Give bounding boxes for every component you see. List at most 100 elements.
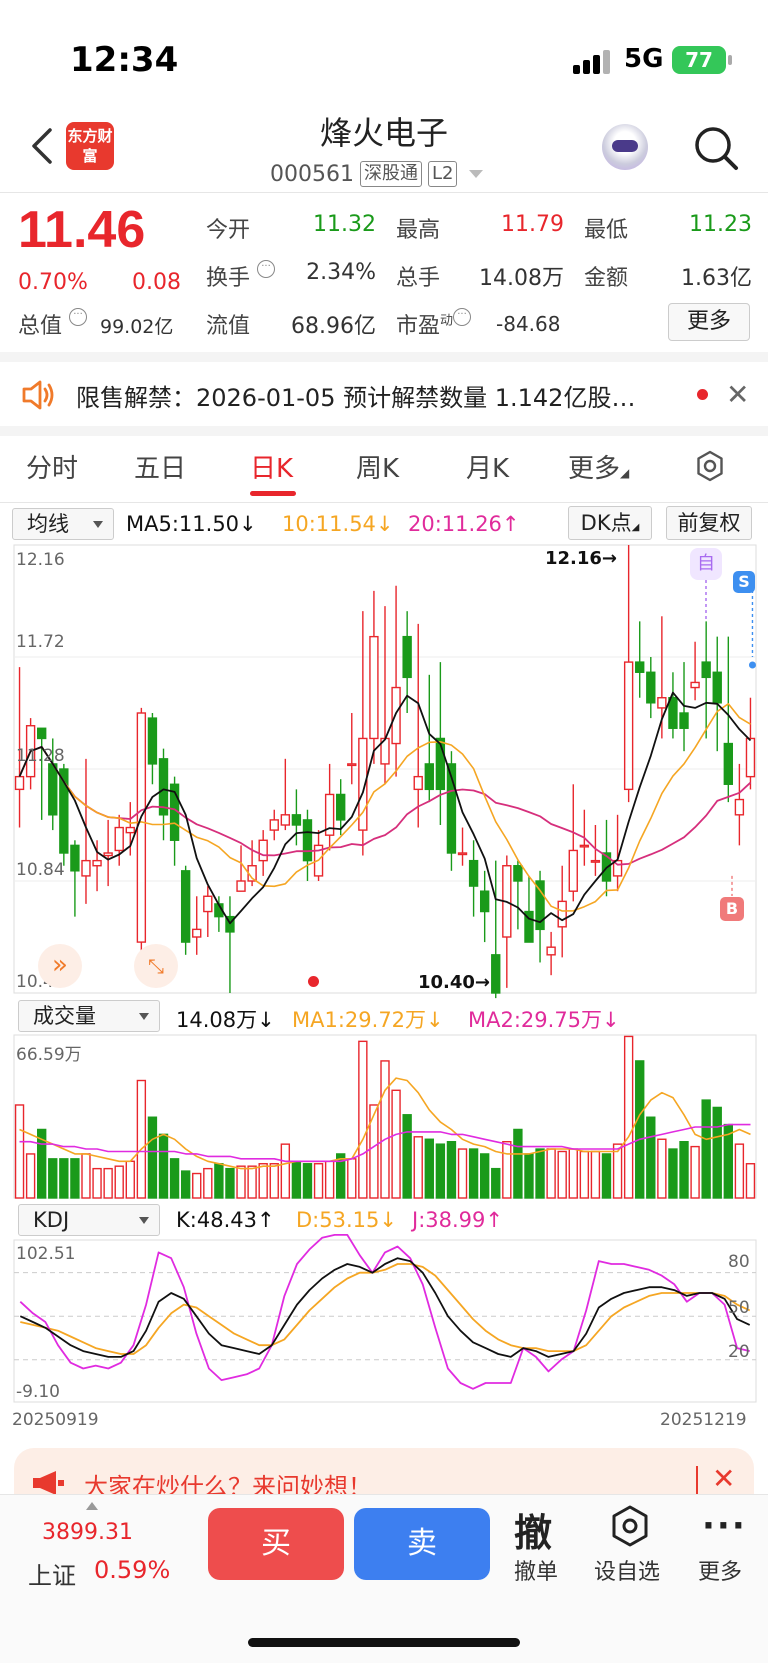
index-value[interactable]: 3899.31 xyxy=(42,1520,133,1545)
volume-bar xyxy=(369,1104,379,1199)
volume-bar xyxy=(136,1079,147,1199)
candle-body xyxy=(347,763,357,767)
volume-bar xyxy=(513,1128,523,1199)
volume-bar xyxy=(313,1163,324,1199)
volume-bar xyxy=(590,1150,601,1199)
candle-body xyxy=(723,742,734,785)
watchlist-icon[interactable] xyxy=(608,1504,652,1552)
candle-body xyxy=(114,826,124,852)
candle-body xyxy=(623,661,634,791)
volume-bar xyxy=(601,1153,612,1199)
volume-bar xyxy=(280,1143,291,1199)
buy-button[interactable]: 买 xyxy=(208,1508,344,1580)
volume-bar xyxy=(623,1035,634,1199)
volume-bar xyxy=(712,1106,722,1199)
volume-bar xyxy=(180,1170,191,1199)
candle-body xyxy=(147,717,158,765)
candle-body xyxy=(734,798,745,816)
volume-bar xyxy=(302,1163,313,1199)
candle-body xyxy=(590,859,601,863)
candle-body xyxy=(391,686,401,745)
sell-signal-marker[interactable]: S xyxy=(733,571,755,593)
volume-bar xyxy=(491,1167,501,1199)
volume-bar xyxy=(225,1167,235,1199)
candle-body xyxy=(369,635,379,740)
expand-right-icon[interactable]: » xyxy=(38,944,82,988)
volume-bar xyxy=(70,1158,80,1199)
candle-body xyxy=(92,859,102,867)
kdj-level-50: 50 xyxy=(728,1298,750,1318)
volume-bar xyxy=(147,1116,158,1199)
kdj-axis-max: 102.51 xyxy=(16,1244,76,1264)
volume-bar xyxy=(424,1138,434,1199)
volume-bar xyxy=(502,1141,512,1199)
watchlist-label[interactable]: 设自选 xyxy=(594,1554,660,1586)
volume-bar xyxy=(402,1114,412,1199)
volume-axis-label: 66.59万 xyxy=(16,1045,82,1065)
chevron-up-icon[interactable] xyxy=(86,1502,98,1510)
candle-body xyxy=(125,826,135,834)
volume-bar xyxy=(734,1143,745,1199)
date-end: 20251219 xyxy=(660,1410,747,1430)
volume-bar xyxy=(291,1160,302,1199)
candle-body xyxy=(468,859,479,887)
candle-body xyxy=(546,946,556,956)
divider xyxy=(696,1466,698,1496)
close-icon[interactable]: ✕ xyxy=(712,1462,735,1495)
more-label[interactable]: 更多 xyxy=(698,1554,742,1586)
volume-bar xyxy=(668,1148,678,1199)
sell-button[interactable]: 卖 xyxy=(354,1508,490,1580)
candle-body xyxy=(291,814,302,826)
kline-chart[interactable] xyxy=(0,0,768,1420)
volume-bar xyxy=(214,1163,224,1199)
event-dot[interactable] xyxy=(308,976,319,987)
self-select-marker[interactable]: 自 xyxy=(690,548,722,580)
volume-bar xyxy=(435,1143,446,1199)
volume-bar xyxy=(679,1141,689,1199)
volume-bar xyxy=(690,1145,700,1199)
fullscreen-icon[interactable]: ⤡ xyxy=(134,944,178,988)
candle-body xyxy=(635,661,645,673)
volume-bar xyxy=(457,1148,468,1199)
price-axis-label: 11.28 xyxy=(16,746,65,766)
candle-body xyxy=(70,844,80,872)
candle-body xyxy=(579,844,590,848)
kdj-d-line xyxy=(20,1263,751,1355)
candle-body xyxy=(457,852,468,856)
cancel-order-icon[interactable]: 撤 xyxy=(514,1502,552,1557)
candle-body xyxy=(491,954,501,994)
volume-bar xyxy=(247,1165,257,1199)
more-icon[interactable]: ··· xyxy=(702,1506,747,1546)
candle-body xyxy=(712,671,722,704)
volume-bar xyxy=(557,1150,567,1199)
candle-body xyxy=(513,865,523,882)
volume-bar xyxy=(568,1148,578,1199)
volume-bar xyxy=(579,1150,590,1199)
sell-signal-dot xyxy=(748,661,756,669)
candle-body xyxy=(679,712,689,729)
volume-bar xyxy=(103,1167,113,1199)
candle-body xyxy=(557,900,567,928)
volume-bar xyxy=(646,1116,656,1199)
candle-body xyxy=(701,661,711,679)
candle-body xyxy=(745,737,756,778)
volume-bar xyxy=(358,1040,368,1199)
candle-body xyxy=(646,671,656,704)
volume-bar xyxy=(14,1104,25,1199)
cancel-order-label[interactable]: 撤单 xyxy=(514,1554,558,1586)
kdj-axis-min: -9.10 xyxy=(16,1382,60,1402)
volume-bar xyxy=(48,1158,58,1199)
max-price-marker: 12.16→ xyxy=(545,548,618,569)
candle-body xyxy=(269,819,279,831)
volume-bar xyxy=(468,1148,479,1199)
volume-bar xyxy=(258,1163,268,1199)
candle-body xyxy=(103,852,113,857)
kdj-level-20: 20 xyxy=(728,1342,750,1362)
volume-bar xyxy=(479,1153,490,1199)
buy-signal-marker[interactable]: B xyxy=(720,897,744,921)
candle-body xyxy=(479,890,490,913)
price-axis-label: 11.72 xyxy=(16,632,65,652)
kdj-j-line xyxy=(19,1234,750,1390)
index-percent[interactable]: 0.59% xyxy=(94,1556,170,1584)
index-name[interactable]: 上证 xyxy=(28,1556,76,1591)
